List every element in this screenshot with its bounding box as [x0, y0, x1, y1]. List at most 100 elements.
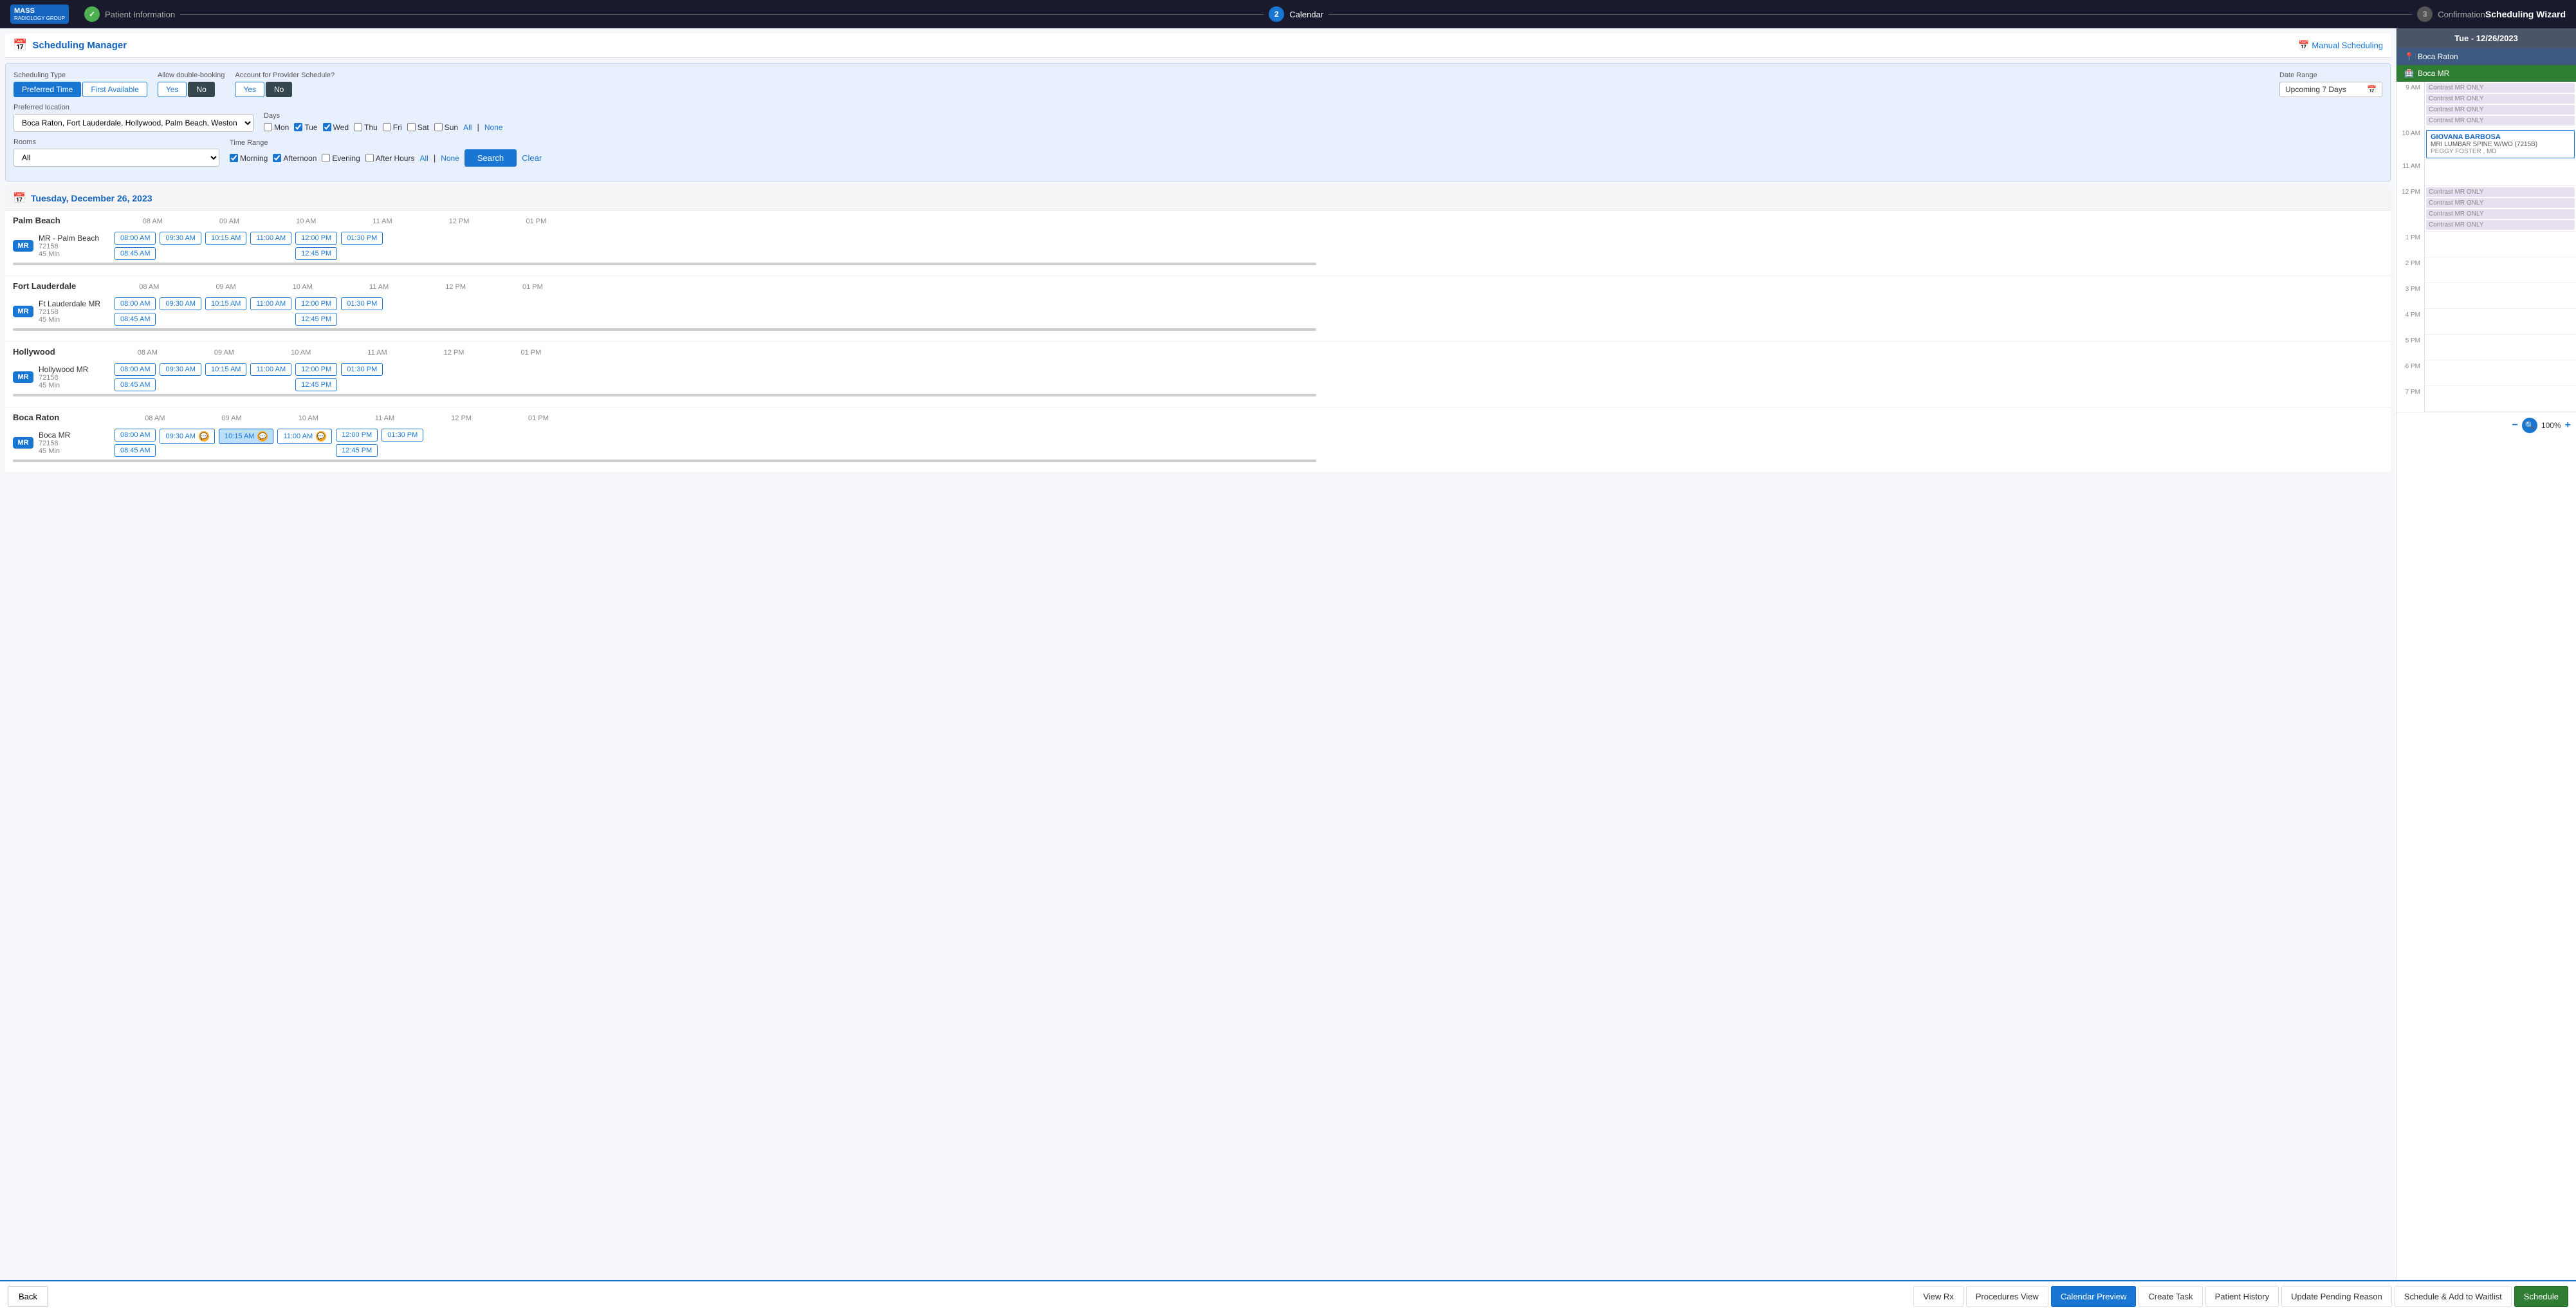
slot-pb-1200[interactable]: 12:00 PM [295, 232, 337, 245]
resource-row-palm-beach: MR MR - Palm Beach 72158 45 Min 08:00 AM… [13, 232, 2383, 260]
slot-pb-0845[interactable]: 08:45 AM [115, 247, 156, 260]
resource-icon: 🏥 [2404, 69, 2414, 78]
slot-hw-1200[interactable]: 12:00 PM [295, 363, 337, 376]
slot-fl-1200[interactable]: 12:00 PM [295, 297, 337, 310]
day-mon[interactable]: Mon [264, 123, 289, 132]
time-evening[interactable]: Evening [322, 154, 360, 163]
date-section-header: 📅 Tuesday, December 26, 2023 [5, 187, 2391, 210]
search-button[interactable]: Search [465, 149, 517, 167]
slot-hw-0800[interactable]: 08:00 AM [115, 363, 156, 376]
filter-row-3: Rooms All Time Range Morning Afternoon E… [14, 138, 2382, 167]
rooms-select[interactable]: All [14, 149, 219, 167]
cal-row-1pm: 1 PM [2397, 232, 2576, 257]
cal-slots-11am [2425, 160, 2576, 186]
scheduling-type-group: Scheduling Type Preferred Time First Ava… [14, 71, 147, 97]
slot-fl-1015[interactable]: 10:15 AM [205, 297, 246, 310]
view-rx-button[interactable]: View Rx [1913, 1286, 1963, 1307]
zoom-icon[interactable]: 🔍 [2522, 418, 2537, 433]
calendar-preview-button[interactable]: Calendar Preview [2051, 1286, 2137, 1307]
days-row: Mon Tue Wed Thu Fri Sat Sun All | None [264, 122, 503, 132]
time-all-link[interactable]: All [419, 154, 428, 163]
provider-no-btn[interactable]: No [266, 82, 292, 97]
cal-slot-contrast-6: Contrast MR ONLY [2426, 198, 2575, 208]
date-header-icon: 📅 [13, 192, 26, 205]
time-range-group: Time Range Morning Afternoon Evening Aft… [230, 139, 542, 167]
schedule-button[interactable]: Schedule [2514, 1286, 2568, 1307]
days-group: Days Mon Tue Wed Thu Fri Sat Sun All | N… [264, 112, 503, 132]
day-sun[interactable]: Sun [434, 123, 458, 132]
slot-fl-1245[interactable]: 12:45 PM [295, 313, 337, 326]
provider-yes-btn[interactable]: Yes [235, 82, 264, 97]
slot-hw-0845[interactable]: 08:45 AM [115, 378, 156, 391]
days-none-link[interactable]: None [484, 123, 503, 132]
cal-row-2pm: 2 PM [2397, 257, 2576, 283]
scheduling-type-btns: Preferred Time First Available [14, 82, 147, 97]
day-tue[interactable]: Tue [294, 123, 317, 132]
date-header-text: Tuesday, December 26, 2023 [31, 193, 152, 203]
date-range-input[interactable]: Upcoming 7 Days 📅 [2279, 82, 2382, 97]
schedule-add-waitlist-button[interactable]: Schedule & Add to Waitlist [2395, 1286, 2512, 1307]
time-after-hours[interactable]: After Hours [365, 154, 415, 163]
slot-group-br-2: 09:30 AM 💬 [160, 429, 214, 457]
slot-br-0130[interactable]: 01:30 PM [382, 429, 423, 442]
step-1-label: Patient Information [105, 10, 175, 19]
patient-history-button[interactable]: Patient History [2205, 1286, 2279, 1307]
double-booking-no-btn[interactable]: No [188, 82, 214, 97]
notification-icon-1015: 💬 [257, 431, 268, 442]
step-2-label: Calendar [1289, 10, 1323, 19]
slot-br-0930[interactable]: 09:30 AM 💬 [160, 429, 214, 444]
first-available-btn[interactable]: First Available [82, 82, 147, 97]
slot-fl-1100[interactable]: 11:00 AM [250, 297, 291, 310]
ph-10am: 10 AM [296, 218, 316, 225]
slot-pb-1100[interactable]: 11:00 AM [250, 232, 291, 245]
slot-fl-0930[interactable]: 09:30 AM [160, 297, 201, 310]
wizard-step-1: ✓ Patient Information [84, 6, 175, 22]
update-pending-reason-button[interactable]: Update Pending Reason [2281, 1286, 2392, 1307]
slot-hw-0130[interactable]: 01:30 PM [341, 363, 383, 376]
location-select[interactable]: Boca Raton, Fort Lauderdale, Hollywood, … [14, 114, 253, 132]
slot-br-1245[interactable]: 12:45 PM [336, 444, 378, 457]
day-thu[interactable]: Thu [354, 123, 378, 132]
rooms-label: Rooms [14, 138, 219, 146]
slot-hw-1015[interactable]: 10:15 AM [205, 363, 246, 376]
slot-fl-0130[interactable]: 01:30 PM [341, 297, 383, 310]
zoom-minus-btn[interactable]: − [2512, 418, 2518, 433]
fl-08am: 08 AM [139, 283, 159, 291]
create-task-button[interactable]: Create Task [2139, 1286, 2202, 1307]
time-none-link[interactable]: None [441, 154, 459, 163]
procedures-view-button[interactable]: Procedures View [1966, 1286, 2048, 1307]
slot-br-1200[interactable]: 12:00 PM [336, 429, 378, 442]
bottom-bar: Back View Rx Procedures View Calendar Pr… [0, 1280, 2576, 1311]
slot-pb-0130[interactable]: 01:30 PM [341, 232, 383, 245]
slot-pb-0930[interactable]: 09:30 AM [160, 232, 201, 245]
manual-scheduling-link[interactable]: 📅 Manual Scheduling [2298, 40, 2383, 51]
slot-br-0845[interactable]: 08:45 AM [115, 444, 156, 457]
slot-pb-0800[interactable]: 08:00 AM [115, 232, 156, 245]
time-morning[interactable]: Morning [230, 154, 268, 163]
slot-br-0800[interactable]: 08:00 AM [115, 429, 156, 442]
location-name-palm-beach: Palm Beach [13, 216, 60, 225]
double-booking-btns: Yes No [158, 82, 225, 97]
cal-slots-2pm [2425, 257, 2576, 283]
time-afternoon[interactable]: Afternoon [273, 154, 317, 163]
days-all-link[interactable]: All [463, 123, 472, 132]
slot-hw-0930[interactable]: 09:30 AM [160, 363, 201, 376]
double-booking-yes-btn[interactable]: Yes [158, 82, 187, 97]
preferred-time-btn[interactable]: Preferred Time [14, 82, 81, 97]
zoom-plus-btn[interactable]: + [2565, 418, 2571, 433]
back-button[interactable]: Back [8, 1286, 48, 1307]
resource-dur-fl: 45 Min [39, 316, 109, 324]
day-wed[interactable]: Wed [323, 123, 349, 132]
cal-row-6pm: 6 PM [2397, 360, 2576, 386]
day-sat[interactable]: Sat [407, 123, 429, 132]
slot-hw-1100[interactable]: 11:00 AM [250, 363, 291, 376]
br-09am: 09 AM [221, 414, 241, 422]
slot-pb-1015[interactable]: 10:15 AM [205, 232, 246, 245]
day-fri[interactable]: Fri [383, 123, 402, 132]
clear-button[interactable]: Clear [522, 153, 542, 163]
slot-hw-1245[interactable]: 12:45 PM [295, 378, 337, 391]
slot-pb-1245[interactable]: 12:45 PM [295, 247, 337, 260]
slot-fl-0845[interactable]: 08:45 AM [115, 313, 156, 326]
slot-fl-0800[interactable]: 08:00 AM [115, 297, 156, 310]
slot-br-1100[interactable]: 11:00 AM 💬 [277, 429, 332, 444]
